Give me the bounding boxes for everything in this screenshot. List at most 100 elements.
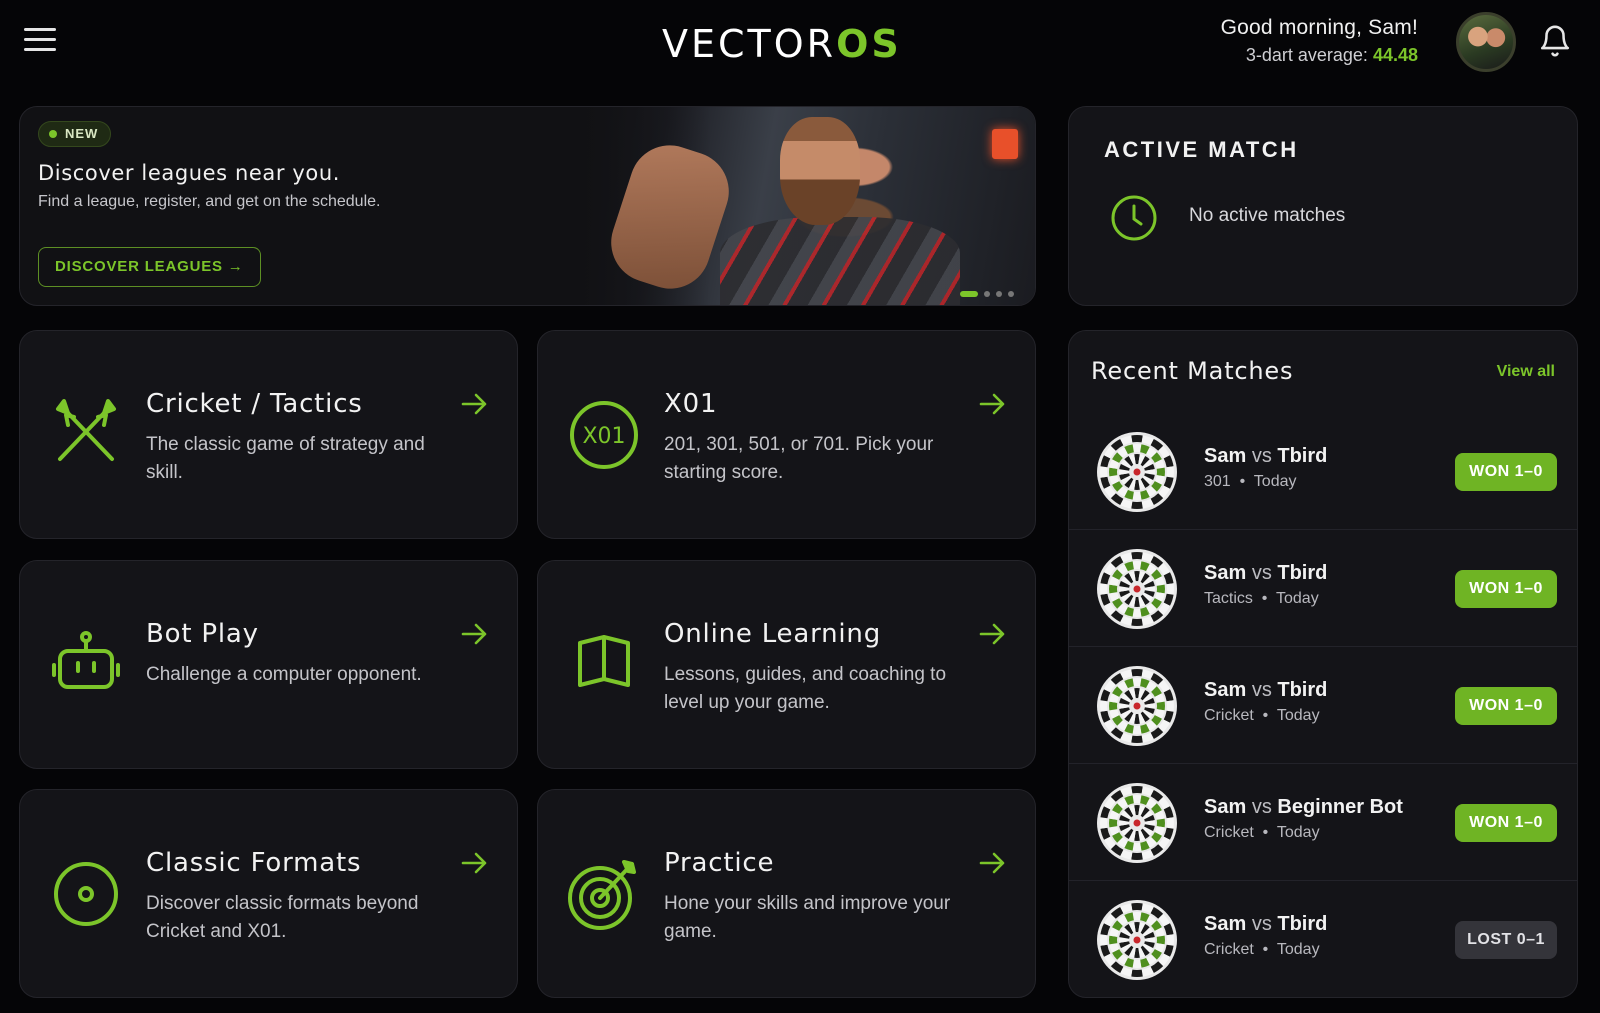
tile-description: Discover classic formats beyond Cricket … xyxy=(146,893,419,942)
tile-description: Challenge a computer opponent. xyxy=(146,664,422,685)
match-date: Today xyxy=(1276,941,1320,958)
tile-cricket-tactics[interactable]: Cricket / Tactics The classic game of st… xyxy=(19,330,518,539)
tile-x01[interactable]: X01 X01 201, 301, 501, or 701. Pick your… xyxy=(537,330,1036,539)
active-match-panel: ACTIVE MATCH No active matches xyxy=(1068,106,1578,306)
avatar[interactable] xyxy=(1456,12,1516,72)
active-match-title: ACTIVE MATCH xyxy=(1104,137,1299,162)
match-row[interactable]: Sam vs Beginner Bot Cricket • Today WON … xyxy=(1069,764,1577,881)
arrow-right-icon[interactable] xyxy=(977,848,1007,878)
vs-text: vs xyxy=(1251,796,1272,818)
vs-text: vs xyxy=(1251,445,1272,467)
match-format: Tactics xyxy=(1204,590,1253,607)
no-active-matches-text: No active matches xyxy=(1189,205,1346,226)
banner-title: Discover leagues near you. xyxy=(38,161,341,185)
tile-title: Cricket / Tactics xyxy=(146,389,363,419)
carousel-dot-1[interactable] xyxy=(960,290,978,297)
dartboard-icon xyxy=(1097,900,1177,980)
arrow-right-icon[interactable] xyxy=(459,389,489,419)
match-players: Sam vs Tbird xyxy=(1204,913,1327,936)
greeting-text: Good morning, Sam! xyxy=(1220,16,1418,39)
tile-description: Lessons, guides, and coaching to level u… xyxy=(664,664,947,713)
match-meta: Tactics • Today xyxy=(1204,590,1319,607)
x01-icon: X01 xyxy=(570,401,638,469)
bell-icon[interactable] xyxy=(1538,24,1572,58)
opponent-name: Tbird xyxy=(1277,562,1328,584)
top-bar: VECTOROS Good morning, Sam! 3-dart avera… xyxy=(0,0,1600,92)
logo-os-text: OS xyxy=(836,22,902,66)
vs-text: vs xyxy=(1251,562,1272,584)
vs-text: vs xyxy=(1251,679,1272,701)
dartboard-icon xyxy=(1097,432,1177,512)
tile-online-learning[interactable]: Online Learning Lessons, guides, and coa… xyxy=(537,560,1036,769)
player-name: Sam xyxy=(1204,445,1247,467)
target-circle-icon xyxy=(54,862,118,926)
match-date: Today xyxy=(1276,824,1320,841)
arrow-right-icon[interactable] xyxy=(977,619,1007,649)
match-meta: Cricket • Today xyxy=(1204,941,1320,958)
logo[interactable]: VECTOROS xyxy=(662,22,902,66)
tile-bot-play[interactable]: Bot Play Challenge a computer opponent. xyxy=(19,560,518,769)
result-badge: LOST 0–1 xyxy=(1455,921,1557,959)
match-meta: Cricket • Today xyxy=(1204,824,1320,841)
three-dart-average: 3-dart average: 44.48 xyxy=(1221,45,1418,66)
match-row[interactable]: Sam vs Tbird Cricket • Today WON 1–0 xyxy=(1069,647,1577,764)
carousel-dot-4[interactable] xyxy=(1008,290,1014,297)
arrow-right-icon[interactable] xyxy=(459,848,489,878)
match-players: Sam vs Beginner Bot xyxy=(1204,796,1403,819)
robot-icon xyxy=(52,631,120,689)
match-players: Sam vs Tbird xyxy=(1204,445,1327,468)
average-label: 3-dart average: xyxy=(1245,45,1368,65)
carousel-dots xyxy=(960,285,1020,297)
result-badge: WON 1–0 xyxy=(1455,570,1557,608)
stage-light-graphic xyxy=(992,129,1018,159)
result-badge: WON 1–0 xyxy=(1455,687,1557,725)
dartboard-arrow-icon xyxy=(568,860,636,930)
match-meta: Cricket • Today xyxy=(1204,707,1320,724)
tile-description: Hone your skills and improve your game. xyxy=(664,893,951,942)
result-badge: WON 1–0 xyxy=(1455,804,1557,842)
tile-title: Bot Play xyxy=(146,619,259,649)
match-format: Cricket xyxy=(1204,707,1254,724)
view-all-link[interactable]: View all xyxy=(1497,363,1555,381)
tile-description: The classic game of strategy and skill. xyxy=(146,434,425,483)
player-name: Sam xyxy=(1204,562,1247,584)
dartboard-icon xyxy=(1097,666,1177,746)
tile-title: Classic Formats xyxy=(146,848,362,878)
carousel-dot-2[interactable] xyxy=(984,290,990,297)
discover-leagues-button[interactable]: DISCOVER LEAGUES → xyxy=(38,247,261,287)
book-icon xyxy=(578,635,630,687)
x01-icon-text: X01 xyxy=(582,424,625,449)
match-date: Today xyxy=(1276,590,1319,607)
match-list: Sam vs Tbird 301 • Today WON 1–0 Sam vs … xyxy=(1069,413,1577,997)
new-badge-label: NEW xyxy=(65,126,99,141)
opponent-name: Tbird xyxy=(1277,445,1328,467)
logo-vector-text: VECTOR xyxy=(662,22,837,66)
tile-classic-formats[interactable]: Classic Formats Discover classic formats… xyxy=(19,789,518,998)
tile-description: 201, 301, 501, or 701. Pick your startin… xyxy=(664,434,934,483)
opponent-name: Tbird xyxy=(1277,679,1328,701)
crossed-darts-icon xyxy=(56,399,116,461)
match-row[interactable]: Sam vs Tbird 301 • Today WON 1–0 xyxy=(1069,413,1577,530)
player-head-graphic xyxy=(780,117,860,225)
arrow-right-icon[interactable] xyxy=(977,389,1007,419)
carousel-dot-3[interactable] xyxy=(996,290,1002,297)
match-row[interactable]: Sam vs Tbird Cricket • Today LOST 0–1 xyxy=(1069,881,1577,997)
arrow-right-icon[interactable] xyxy=(459,619,489,649)
match-date: Today xyxy=(1253,473,1297,490)
opponent-name: Beginner Bot xyxy=(1277,796,1403,818)
match-row[interactable]: Sam vs Tbird Tactics • Today WON 1–0 xyxy=(1069,530,1577,647)
match-format: 301 xyxy=(1204,473,1231,490)
player-name: Sam xyxy=(1204,913,1247,935)
tile-title: X01 xyxy=(664,389,718,419)
vs-text: vs xyxy=(1251,913,1272,935)
match-meta: 301 • Today xyxy=(1204,473,1297,490)
recent-matches-title: Recent Matches xyxy=(1091,357,1294,385)
dartboard-icon xyxy=(1097,783,1177,863)
status-dot xyxy=(49,130,57,138)
dartboard-icon xyxy=(1097,549,1177,629)
tile-title: Online Learning xyxy=(664,619,882,649)
tile-practice[interactable]: Practice Hone your skills and improve yo… xyxy=(537,789,1036,998)
match-players: Sam vs Tbird xyxy=(1204,562,1327,585)
hamburger-menu-icon[interactable] xyxy=(24,28,56,54)
clock-icon xyxy=(1111,195,1157,241)
